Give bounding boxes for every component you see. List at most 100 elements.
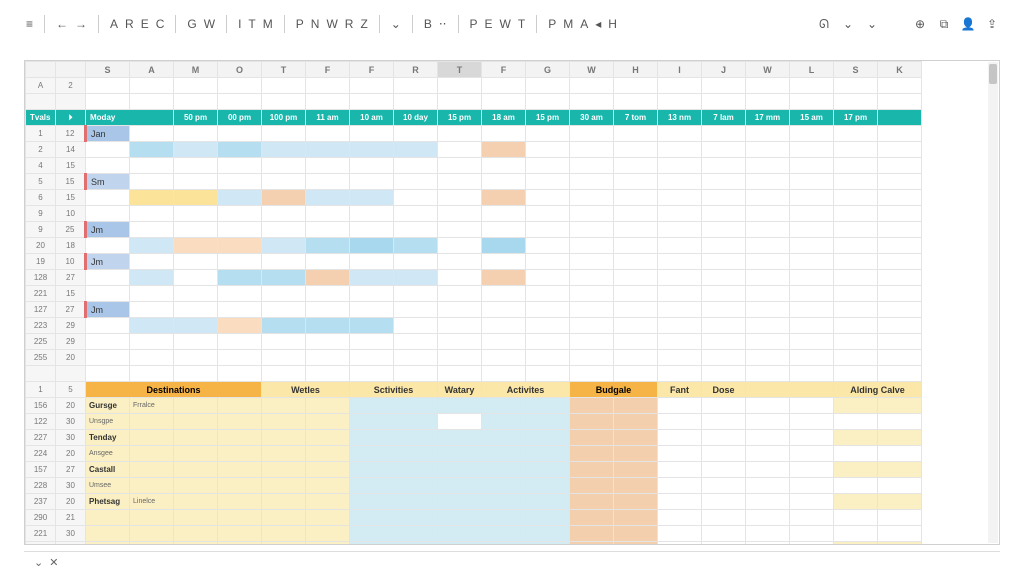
- cell[interactable]: [746, 366, 790, 382]
- cell[interactable]: [130, 206, 174, 222]
- cell[interactable]: [174, 494, 218, 510]
- cell[interactable]: 100 pm: [262, 110, 306, 126]
- cell[interactable]: [482, 510, 526, 526]
- cell[interactable]: [702, 302, 746, 318]
- cell[interactable]: [526, 350, 570, 366]
- cell[interactable]: [790, 366, 834, 382]
- cell[interactable]: [878, 366, 922, 382]
- cell[interactable]: [174, 510, 218, 526]
- cell[interactable]: 30 am: [570, 110, 614, 126]
- cell[interactable]: [526, 142, 570, 158]
- cell[interactable]: [482, 78, 526, 94]
- cell[interactable]: [790, 462, 834, 478]
- cell[interactable]: [130, 318, 174, 334]
- cell[interactable]: [130, 158, 174, 174]
- cell[interactable]: [218, 414, 262, 430]
- cell[interactable]: 10 am: [350, 110, 394, 126]
- cell[interactable]: [218, 142, 262, 158]
- cell[interactable]: [394, 126, 438, 142]
- cell[interactable]: [218, 334, 262, 350]
- cell[interactable]: [570, 526, 614, 542]
- cell[interactable]: [306, 318, 350, 334]
- cell[interactable]: [570, 318, 614, 334]
- cell[interactable]: [658, 494, 702, 510]
- cell[interactable]: [702, 190, 746, 206]
- cell[interactable]: 223: [26, 318, 56, 334]
- cell[interactable]: [394, 78, 438, 94]
- cell[interactable]: [218, 446, 262, 462]
- cell[interactable]: [482, 494, 526, 510]
- cell[interactable]: [394, 158, 438, 174]
- cell[interactable]: [482, 94, 526, 110]
- cell[interactable]: [614, 126, 658, 142]
- cell[interactable]: [262, 510, 306, 526]
- cell[interactable]: 156: [26, 398, 56, 414]
- cell[interactable]: 30: [56, 478, 86, 494]
- cell[interactable]: [526, 430, 570, 446]
- column-header[interactable]: G: [526, 62, 570, 78]
- cell[interactable]: [746, 94, 790, 110]
- cell[interactable]: [394, 446, 438, 462]
- cell[interactable]: [790, 206, 834, 222]
- cell[interactable]: 17 pm: [834, 110, 878, 126]
- cell[interactable]: [658, 334, 702, 350]
- cell[interactable]: [174, 366, 218, 382]
- cell[interactable]: [438, 94, 482, 110]
- cell[interactable]: [702, 478, 746, 494]
- cell[interactable]: [438, 526, 482, 542]
- cell[interactable]: [746, 414, 790, 430]
- cell[interactable]: [526, 446, 570, 462]
- cell[interactable]: [262, 94, 306, 110]
- cell[interactable]: [130, 126, 174, 142]
- cell[interactable]: 5: [26, 174, 56, 190]
- toolbar-item[interactable]: T: [246, 14, 257, 34]
- cell[interactable]: [26, 366, 56, 382]
- cell[interactable]: [306, 78, 350, 94]
- cell[interactable]: [350, 334, 394, 350]
- cell[interactable]: 25: [56, 222, 86, 238]
- column-header[interactable]: F: [350, 62, 394, 78]
- cell[interactable]: [526, 190, 570, 206]
- toolbar-item[interactable]: ◂: [593, 14, 603, 34]
- cell[interactable]: [438, 286, 482, 302]
- cell[interactable]: [262, 366, 306, 382]
- cell[interactable]: [702, 430, 746, 446]
- cell[interactable]: [262, 190, 306, 206]
- cell[interactable]: [526, 478, 570, 494]
- cell[interactable]: 255: [26, 350, 56, 366]
- cell[interactable]: [306, 142, 350, 158]
- cell[interactable]: [174, 318, 218, 334]
- cell[interactable]: 00 pm: [218, 110, 262, 126]
- cell[interactable]: [790, 510, 834, 526]
- cell[interactable]: [878, 126, 922, 142]
- cell[interactable]: [350, 254, 394, 270]
- cell[interactable]: 4: [26, 158, 56, 174]
- cell[interactable]: [570, 430, 614, 446]
- cell[interactable]: [878, 270, 922, 286]
- cell[interactable]: [394, 366, 438, 382]
- cell[interactable]: 20: [56, 398, 86, 414]
- scroll-thumb[interactable]: [989, 64, 997, 84]
- cell[interactable]: [526, 254, 570, 270]
- cell[interactable]: [262, 350, 306, 366]
- cell[interactable]: [570, 190, 614, 206]
- cell[interactable]: [834, 478, 878, 494]
- cell[interactable]: [262, 286, 306, 302]
- cell[interactable]: [834, 238, 878, 254]
- cell[interactable]: [350, 526, 394, 542]
- cell[interactable]: [130, 302, 174, 318]
- cell[interactable]: [702, 334, 746, 350]
- cell[interactable]: [306, 462, 350, 478]
- cell[interactable]: [658, 430, 702, 446]
- cell[interactable]: [218, 318, 262, 334]
- cell[interactable]: [262, 78, 306, 94]
- cell[interactable]: [394, 398, 438, 414]
- cell[interactable]: 221: [26, 526, 56, 542]
- cell[interactable]: [526, 158, 570, 174]
- cell[interactable]: 2: [26, 142, 56, 158]
- cell[interactable]: [834, 526, 878, 542]
- cell[interactable]: [174, 526, 218, 542]
- cell[interactable]: [878, 542, 922, 546]
- cell[interactable]: [86, 510, 130, 526]
- column-header[interactable]: K: [878, 62, 922, 78]
